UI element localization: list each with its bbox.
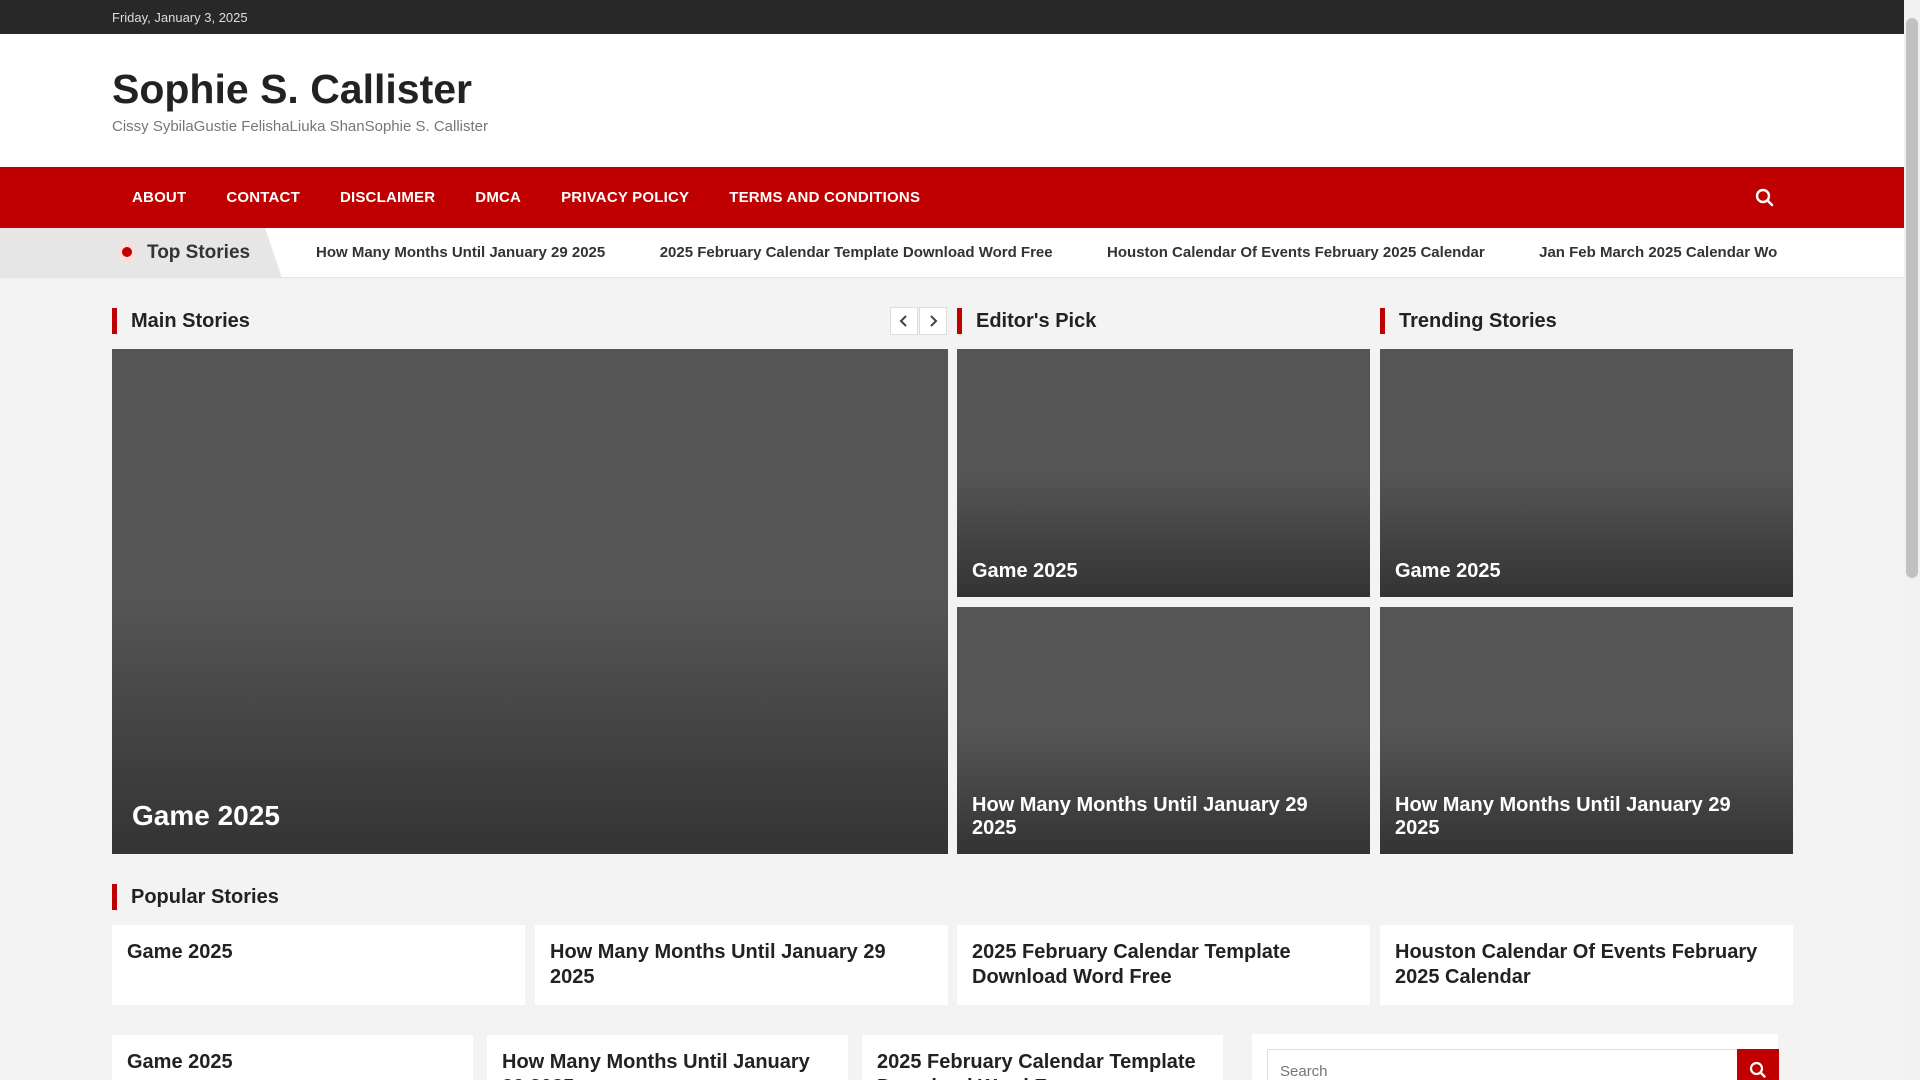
search-icon bbox=[1749, 1061, 1766, 1078]
trending-title[interactable]: Game 2025 bbox=[1395, 560, 1778, 583]
ticker-item[interactable]: 2025 February Calendar Template Download… bbox=[660, 228, 1053, 277]
main-stories-title: Main Stories bbox=[112, 308, 250, 334]
current-date: Friday, January 3, 2025 bbox=[112, 10, 248, 25]
nav-item-terms[interactable]: TERMS AND CONDITIONS bbox=[709, 167, 940, 228]
editor-pick-card[interactable]: Game 2025 bbox=[957, 349, 1370, 597]
slider-next-button[interactable] bbox=[919, 307, 947, 335]
main-story-title[interactable]: Game 2025 bbox=[132, 800, 933, 832]
popular-story-item[interactable]: Houston Calendar Of Events February 2025… bbox=[1380, 925, 1793, 1005]
nav-item-dmca[interactable]: DMCA bbox=[455, 167, 541, 228]
search-icon[interactable] bbox=[1752, 185, 1778, 211]
popular-stories-title: Popular Stories bbox=[112, 884, 279, 910]
trending-stories-title: Trending Stories bbox=[1380, 308, 1557, 334]
editor-pick-card[interactable]: How Many Months Until January 29 2025 bbox=[957, 607, 1370, 854]
popular-story-item[interactable]: Game 2025 bbox=[112, 925, 525, 1005]
chevron-right-icon bbox=[930, 315, 938, 327]
main-story-card[interactable]: Game 2025 bbox=[112, 349, 948, 854]
nav-item-about[interactable]: ABOUT bbox=[112, 167, 206, 228]
site-header: Sophie S. Callister Cissy SybilaGustie F… bbox=[0, 34, 1904, 167]
top-bar: Friday, January 3, 2025 bbox=[0, 0, 1904, 34]
post-card-title[interactable]: Game 2025 bbox=[112, 1035, 473, 1080]
ticker-item[interactable]: Houston Calendar Of Events February 2025… bbox=[1107, 228, 1485, 277]
trending-card[interactable]: Game 2025 bbox=[1380, 349, 1793, 597]
popular-story-item[interactable]: 2025 February Calendar Template Download… bbox=[957, 925, 1370, 1005]
post-card-title[interactable]: How Many Months Until January 29 2025 bbox=[487, 1035, 848, 1080]
editors-pick-title: Editor's Pick bbox=[957, 308, 1096, 334]
ticker-label-text: Top Stories bbox=[147, 242, 251, 263]
page-scrollbar[interactable] bbox=[1904, 0, 1920, 1080]
top-stories-ticker: Top Stories How Many Months Until Januar… bbox=[0, 228, 1904, 278]
ticker-label: Top Stories bbox=[0, 228, 282, 277]
sidebar-search-widget bbox=[1252, 1034, 1779, 1080]
site-title[interactable]: Sophie S. Callister bbox=[112, 66, 472, 113]
nav-item-disclaimer[interactable]: DISCLAIMER bbox=[320, 167, 455, 228]
search-button[interactable] bbox=[1737, 1049, 1779, 1080]
nav-item-privacy-policy[interactable]: PRIVACY POLICY bbox=[541, 167, 709, 228]
editor-pick-title[interactable]: How Many Months Until January 29 2025 bbox=[972, 794, 1355, 840]
search-input[interactable] bbox=[1267, 1049, 1741, 1080]
nav-item-contact[interactable]: CONTACT bbox=[206, 167, 320, 228]
site-description: Cissy SybilaGustie FelishaLiuka ShanSoph… bbox=[112, 118, 489, 135]
popular-story-item[interactable]: How Many Months Until January 29 2025 bbox=[535, 925, 948, 1005]
ticker-item[interactable]: Jan Feb March 2025 Calendar Word bbox=[1539, 228, 1778, 277]
post-card-title[interactable]: 2025 February Calendar Template Download… bbox=[862, 1035, 1223, 1080]
trending-card[interactable]: How Many Months Until January 29 2025 bbox=[1380, 607, 1793, 854]
live-dot-icon bbox=[117, 242, 137, 262]
scrollbar-thumb[interactable] bbox=[1906, 18, 1918, 578]
trending-title[interactable]: How Many Months Until January 29 2025 bbox=[1395, 794, 1778, 840]
chevron-left-icon bbox=[899, 315, 907, 327]
main-navigation: ABOUT CONTACT DISCLAIMER DMCA PRIVACY PO… bbox=[0, 167, 1904, 228]
slider-prev-button[interactable] bbox=[890, 307, 918, 335]
ticker-item[interactable]: How Many Months Until January 29 2025 bbox=[316, 228, 605, 277]
editor-pick-title[interactable]: Game 2025 bbox=[972, 560, 1355, 583]
